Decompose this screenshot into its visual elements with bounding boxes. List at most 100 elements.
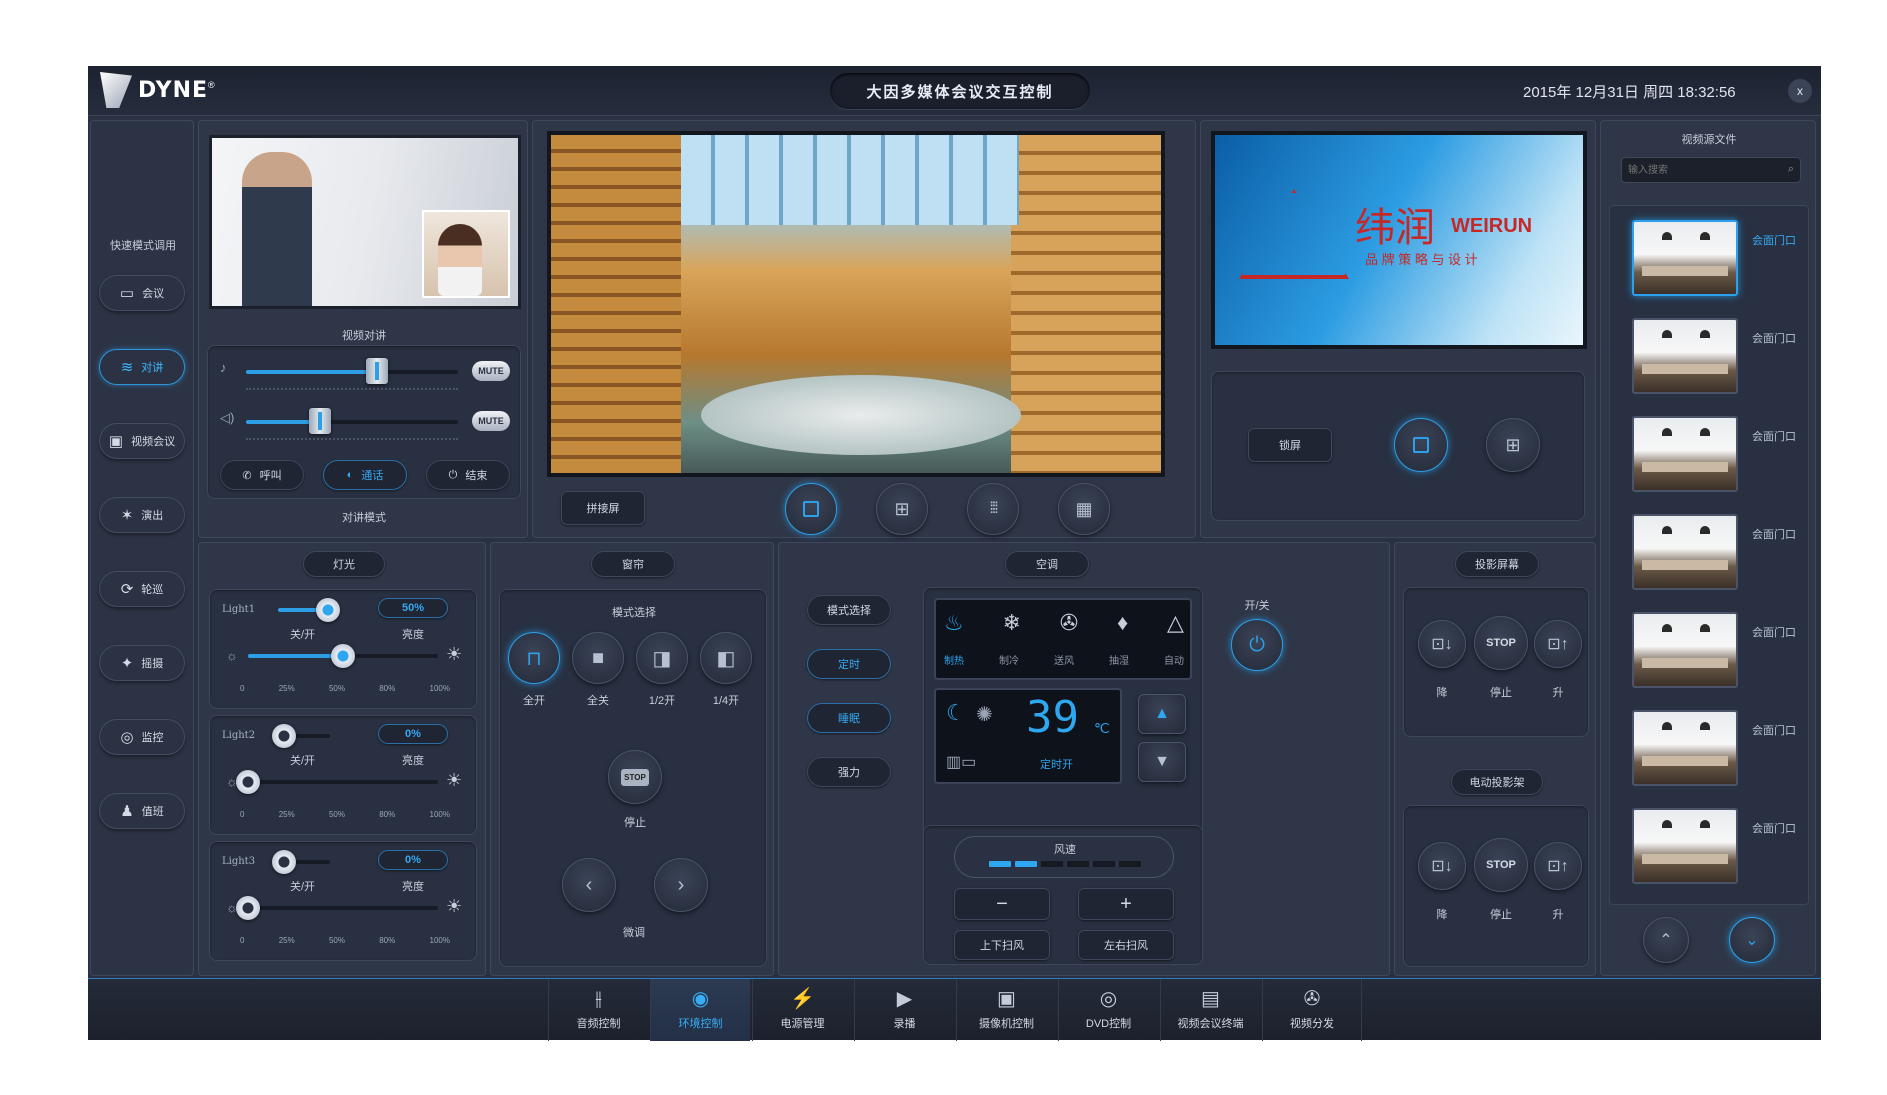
sidebar-item-patrol[interactable]: ⟳ 轮巡 <box>99 571 185 607</box>
pip-callee-video[interactable] <box>422 210 510 298</box>
nav-video-distribution[interactable]: ✇ 视频分发 <box>1262 979 1362 1041</box>
sidebar-item-video-conference[interactable]: ▣ 视频会议 <box>99 423 185 459</box>
nav-dvd-control[interactable]: ◎ DVD控制 <box>1058 979 1158 1041</box>
scroll-up-button[interactable]: ⌃ <box>1643 917 1689 963</box>
temp-down-button[interactable]: ▼ <box>1138 742 1186 782</box>
video-source-label[interactable]: 会面门口 <box>1752 232 1796 248</box>
light3-switch-label: 关/开 <box>290 881 316 893</box>
search-input[interactable] <box>1628 161 1768 179</box>
video-source-thumb[interactable] <box>1632 710 1738 786</box>
video-source-thumb[interactable] <box>1632 808 1738 884</box>
mic-volume-handle[interactable] <box>366 358 389 384</box>
light2-switch-knob[interactable] <box>272 724 296 748</box>
close-button[interactable]: x <box>1788 79 1812 103</box>
ac-mode-select-button[interactable]: 模式选择 <box>807 595 891 625</box>
nav-recording[interactable]: ▶ 录播 <box>854 979 954 1041</box>
swing-vertical-button[interactable]: 上下扫风 <box>954 930 1050 960</box>
secondary-video-feed[interactable]: 纬润 WEIRUN 品 牌 策 略 与 设 计 <box>1211 131 1587 349</box>
sidebar-item-monitor[interactable]: ◎ 监控 <box>99 719 185 755</box>
speaker-volume-slider[interactable] <box>246 420 458 424</box>
speaker-mute-button[interactable]: MUTE <box>472 411 510 431</box>
video-source-thumb[interactable] <box>1632 416 1738 492</box>
video-source-label[interactable]: 会面门口 <box>1752 722 1796 738</box>
end-call-button[interactable]: ⏻ 结束 <box>426 460 510 490</box>
light3-brightness-slider[interactable] <box>248 906 438 910</box>
nav-audio-control[interactable]: ⫲ 音频控制 <box>548 979 648 1041</box>
nav-video-conference-terminal[interactable]: ▤ 视频会议终端 <box>1160 979 1260 1041</box>
curtain-full-close-button[interactable]: ■ <box>572 632 624 684</box>
lock-screen-button[interactable]: 锁屏 <box>1248 428 1332 462</box>
weirun-logo-cn: 纬润 <box>1355 205 1435 251</box>
video-source-title: 视频源文件 <box>1681 134 1737 146</box>
splice-screen-button[interactable]: 拼接屏 <box>561 491 645 525</box>
ac-power-button[interactable]: ⏻ <box>1231 619 1283 671</box>
mic-mute-button[interactable]: MUTE <box>472 361 510 381</box>
curtain-closed-icon: ■ <box>591 646 605 669</box>
call-button[interactable]: ✆ 呼叫 <box>220 460 304 490</box>
title-bar: DYNE ® 大因多媒体会议交互控制 2015年 12月31日 周四 18:32… <box>88 66 1821 116</box>
screen-up-button[interactable]: ⊡↑ <box>1534 620 1582 668</box>
right-layout-4-button[interactable]: ⊞ <box>1486 418 1540 472</box>
lift-stop-button[interactable]: STOP <box>1474 838 1528 892</box>
lift-down-button[interactable]: ⊡↓ <box>1418 842 1466 890</box>
auto-icon[interactable]: △ <box>1167 610 1184 636</box>
video-source-label[interactable]: 会面门口 <box>1752 526 1796 542</box>
video-source-label[interactable]: 会面门口 <box>1752 428 1796 444</box>
layout-9-button[interactable]: ⁞⁞⁞ <box>967 483 1019 535</box>
video-source-thumb[interactable] <box>1632 514 1738 590</box>
light3-switch-knob[interactable] <box>272 850 296 874</box>
cool-icon[interactable]: ❄ <box>1003 610 1021 636</box>
screen-stop-button[interactable]: STOP <box>1474 616 1528 670</box>
video-source-label[interactable]: 会面门口 <box>1752 624 1796 640</box>
light3-brightness-handle[interactable] <box>236 896 260 920</box>
nav-power-management[interactable]: ⚡ 电源管理 <box>752 979 852 1041</box>
mic-volume-slider[interactable] <box>246 370 458 374</box>
light2-brightness-slider[interactable] <box>248 780 438 784</box>
curtain-half-open-button[interactable]: ◨ <box>636 632 688 684</box>
curtain-nudge-left-button[interactable]: ‹ <box>562 858 616 912</box>
lift-up-button[interactable]: ⊡↑ <box>1534 842 1582 890</box>
curtain-nudge-right-button[interactable]: › <box>654 858 708 912</box>
dehumidify-icon[interactable]: ♦ <box>1117 610 1128 636</box>
curtain-full-open-button[interactable]: ⊓ <box>508 632 560 684</box>
search-icon[interactable]: ⌕ <box>1788 163 1794 176</box>
layout-4-button[interactable]: ⊞ <box>876 483 928 535</box>
speaker-volume-handle[interactable] <box>309 408 332 434</box>
fan-icon[interactable]: ✇ <box>1060 610 1078 636</box>
light1-brightness-handle[interactable] <box>331 644 355 668</box>
ac-turbo-button[interactable]: 强力 <box>807 757 891 787</box>
right-layout-1-button[interactable] <box>1394 418 1448 472</box>
main-video-feed[interactable] <box>547 131 1165 477</box>
heat-icon[interactable]: ♨ <box>944 610 964 636</box>
scroll-down-button[interactable]: ⌄ <box>1729 917 1775 963</box>
video-source-label[interactable]: 会面门口 <box>1752 330 1796 346</box>
video-source-label[interactable]: 会面门口 <box>1752 820 1796 836</box>
fan-decrease-button[interactable]: − <box>954 888 1050 920</box>
video-source-thumb[interactable] <box>1632 612 1738 688</box>
video-source-thumb[interactable] <box>1632 220 1738 296</box>
sidebar-item-performance[interactable]: ✶ 演出 <box>99 497 185 533</box>
sidebar-item-on-duty[interactable]: ♟ 值班 <box>99 793 185 829</box>
nav-environment-control[interactable]: ◉ 环境控制 <box>650 979 750 1041</box>
temp-up-button[interactable]: ▲ <box>1138 694 1186 734</box>
light1-switch-knob[interactable] <box>316 598 340 622</box>
video-source-search[interactable]: ⌕ <box>1621 157 1801 183</box>
layout-1-button[interactable] <box>785 483 837 535</box>
ac-sleep-button[interactable]: 睡眠 <box>807 703 891 733</box>
video-call-feed[interactable] <box>209 135 521 309</box>
talk-button[interactable]: ◐ 通话 <box>323 460 407 490</box>
curtain-mode-full-close: 全关 <box>587 695 609 707</box>
sidebar-item-meeting[interactable]: ▭ 会议 <box>99 275 185 311</box>
curtain-quarter-open-button[interactable]: ◧ <box>700 632 752 684</box>
nav-camera-control[interactable]: ▣ 摄像机控制 <box>956 979 1056 1041</box>
video-source-thumb[interactable] <box>1632 318 1738 394</box>
layout-16-button[interactable]: ▦ <box>1058 483 1110 535</box>
sidebar-item-intercom[interactable]: ≋ 对讲 <box>99 349 185 385</box>
curtain-stop-button[interactable]: STOP <box>608 750 662 804</box>
swing-horizontal-button[interactable]: 左右扫风 <box>1078 930 1174 960</box>
sidebar-item-pan-camera[interactable]: ✦ 摇摄 <box>99 645 185 681</box>
light2-brightness-handle[interactable] <box>236 770 260 794</box>
ac-timer-button[interactable]: 定时 <box>807 649 891 679</box>
screen-down-button[interactable]: ⊡↓ <box>1418 620 1466 668</box>
fan-increase-button[interactable]: + <box>1078 888 1174 920</box>
